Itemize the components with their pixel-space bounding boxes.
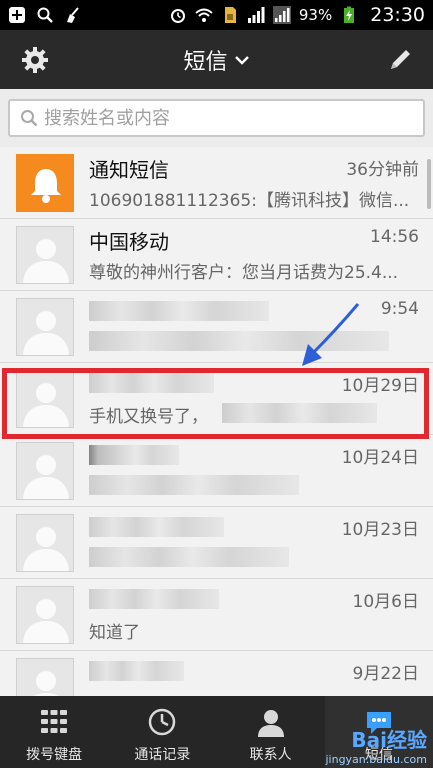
conversation-row[interactable]: 9月22日 (0, 651, 433, 696)
avatar (16, 514, 74, 572)
person-icon (257, 710, 284, 737)
status-clock: 23:30 (370, 4, 425, 26)
alarm-icon (170, 9, 185, 23)
avatar (16, 586, 74, 644)
avatar (16, 658, 74, 696)
blurred-name (89, 517, 224, 537)
conversation-time: 36分钟前 (346, 160, 419, 180)
broom-icon (67, 7, 79, 23)
conversation-row[interactable]: 通知短信 36分钟前 106901881112365:【腾讯科技】微信... (0, 147, 433, 219)
avatar (16, 442, 74, 500)
signal-icon (247, 7, 265, 23)
blurred-name (89, 301, 269, 321)
message-icon (366, 712, 391, 734)
conversation-name: 中国移动 (89, 230, 169, 254)
nav-label: 通话记录 (134, 747, 191, 763)
avatar (16, 298, 74, 356)
chevron-down-icon (234, 55, 249, 65)
conversation-list[interactable]: 通知短信 36分钟前 106901881112365:【腾讯科技】微信... 中… (0, 147, 433, 696)
conversation-time: 9:54 (380, 299, 419, 319)
search-icon (21, 110, 38, 127)
nav-messages[interactable]: 短信 (324, 696, 433, 768)
blurred-name (89, 445, 179, 465)
bell-icon (31, 169, 61, 203)
nav-dialpad[interactable]: 拨号键盘 (0, 696, 108, 768)
person-placeholder-icon (23, 455, 69, 499)
search-area (0, 89, 433, 147)
search-box[interactable] (8, 99, 425, 137)
person-placeholder-icon (23, 383, 69, 427)
blurred-preview (89, 547, 289, 567)
blurred-name (89, 661, 184, 681)
search-icon (37, 7, 53, 23)
person-placeholder-icon (33, 671, 59, 696)
battery-percent: 93% (298, 6, 333, 24)
person-placeholder-icon (23, 311, 69, 355)
clock-icon (149, 708, 176, 736)
blurred-preview (222, 403, 377, 423)
sim-icon (224, 7, 236, 23)
scrollbar-thumb[interactable] (427, 159, 431, 209)
conversation-preview: 106901881112365:【腾讯科技】微信... (89, 191, 409, 211)
conversation-row[interactable]: 10月24日 (0, 435, 433, 507)
conversation-time: 10月23日 (341, 520, 419, 540)
blurred-name (89, 589, 219, 609)
person-placeholder-icon (23, 527, 69, 571)
conversation-time: 14:56 (370, 227, 419, 247)
conversation-time: 10月24日 (341, 448, 419, 468)
conversation-row[interactable]: 10月23日 (0, 507, 433, 579)
avatar (16, 370, 74, 428)
nav-contacts[interactable]: 联系人 (217, 696, 325, 768)
blurred-preview (89, 331, 389, 351)
conversation-name: 通知短信 (89, 158, 169, 182)
conversation-time: 10月6日 (352, 592, 419, 612)
action-bar: 短信 (0, 30, 433, 89)
nav-label: 拨号键盘 (26, 747, 83, 763)
wifi-icon (195, 8, 213, 22)
conversation-preview: 知道了 (89, 623, 140, 643)
signal-icon-2 (272, 6, 291, 24)
conversation-row[interactable]: 10月29日 手机又换号了， (0, 363, 433, 435)
conversation-preview: 尊敬的神州行客户：您当月话费为25.4... (89, 263, 399, 283)
blurred-name (89, 373, 214, 393)
conversation-time: 9月22日 (352, 664, 419, 684)
conversation-row[interactable]: 9:54 (0, 291, 433, 363)
person-placeholder-icon (23, 599, 69, 643)
page-title: 短信 (183, 49, 228, 75)
conversation-time: 10月29日 (341, 376, 419, 396)
conversation-row[interactable]: 中国移动 14:56 尊敬的神州行客户：您当月话费为25.4... (0, 219, 433, 291)
status-bar: 93% 23:30 (0, 0, 433, 30)
conversation-row[interactable]: 10月6日 知道了 (0, 579, 433, 651)
dialpad-icon (41, 710, 68, 733)
search-input[interactable] (44, 107, 404, 129)
battery-charging-icon (344, 6, 355, 23)
nav-call-log[interactable]: 通话记录 (108, 696, 216, 768)
conversation-preview: 手机又换号了， (89, 407, 208, 427)
title-dropdown[interactable]: 短信 (0, 30, 433, 89)
person-placeholder-icon (23, 239, 69, 283)
add-icon (9, 7, 25, 23)
compose-pencil-icon[interactable] (385, 45, 415, 75)
blurred-preview (89, 475, 299, 495)
bottom-nav: 拨号键盘 通话记录 联系人 短信 Bai经验 jingyan.baidu.com (0, 696, 433, 768)
nav-label: 短信 (364, 747, 393, 763)
avatar (16, 226, 74, 284)
notification-avatar (16, 154, 74, 212)
nav-label: 联系人 (249, 747, 292, 763)
